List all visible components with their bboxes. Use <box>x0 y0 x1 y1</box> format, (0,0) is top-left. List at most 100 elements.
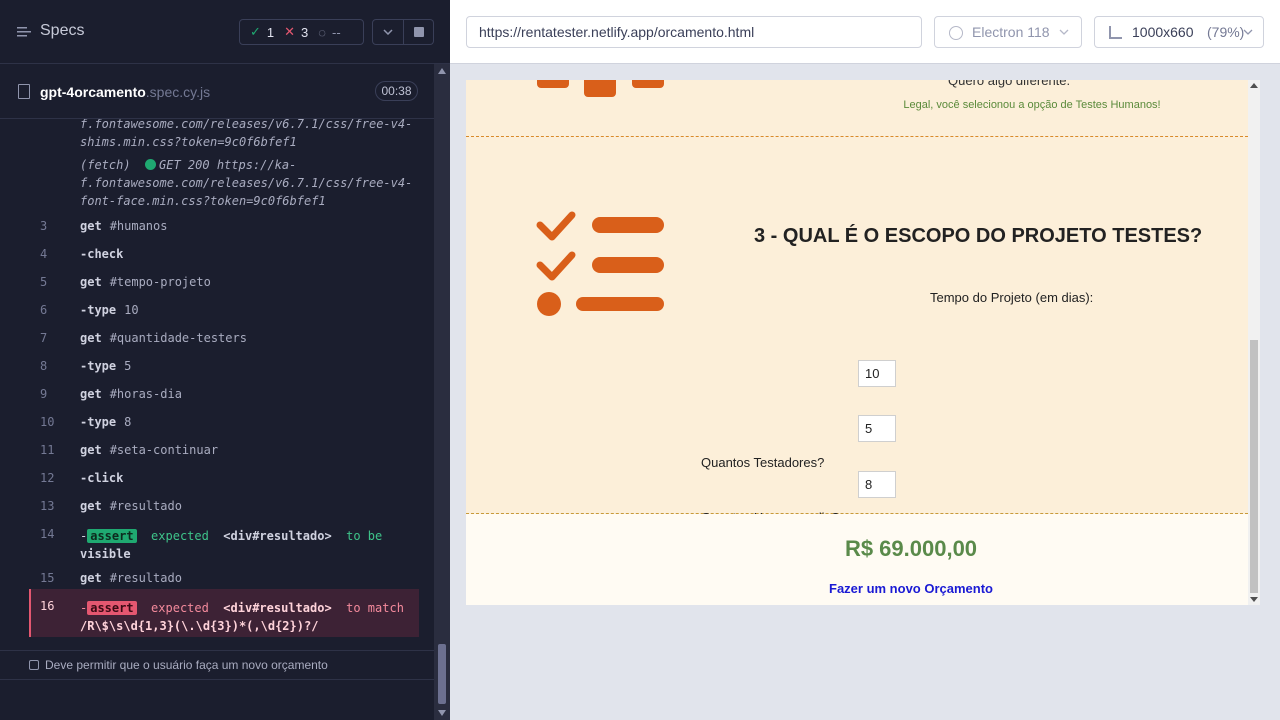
assert-subject: <div#resultado> <box>223 529 332 543</box>
row-number: 16 <box>40 599 55 613</box>
log-scrollbar[interactable] <box>434 64 450 720</box>
command-arg: #quantidade-testers <box>109 331 247 345</box>
app-under-test: Quero algo diferente. Legal, você seleci… <box>466 80 1260 605</box>
command: get #humanos <box>80 219 167 233</box>
failed-count: ✕ 3 <box>284 24 308 40</box>
fetch-url-line: shims.min.css?token=9c0f6bfef1 <box>80 135 297 149</box>
scroll-down-icon[interactable] <box>1250 597 1258 602</box>
command: get #quantidade-testers <box>80 331 247 345</box>
section-2: Quero algo diferente. Legal, você seleci… <box>466 80 1248 137</box>
fetch-url-line: f.fontawesome.com/releases/v6.7.1/css/fr… <box>80 176 413 190</box>
scroll-up-icon[interactable] <box>438 68 446 74</box>
command-arg: #tempo-projeto <box>109 275 211 289</box>
reporter-panel: Specs ✓ 1 ✕ 3 ◌ -- gpt-4orcamento.spec.cy.j… <box>0 0 450 720</box>
row-number: 13 <box>40 499 55 513</box>
command-row-16-failed[interactable]: 16 - assert expected <div#resultado> to m… <box>29 589 419 637</box>
passed-count: ✓ 1 <box>250 24 274 40</box>
assert-tail: /R\$\s\d{1,3}(\.\d{3})*(,\d{2})?/ <box>80 619 319 633</box>
command-name: get <box>80 219 102 233</box>
testers-label: Quantos Testadores? <box>701 455 825 470</box>
checkbox-icon[interactable] <box>29 660 39 670</box>
row-number: 15 <box>40 571 55 585</box>
command: -type 10 <box>80 303 139 317</box>
command: -type 5 <box>80 359 131 373</box>
row-number: 12 <box>40 471 55 485</box>
browser-name: Electron 118 <box>972 24 1050 40</box>
icon-block <box>632 80 664 88</box>
scroll-up-icon[interactable] <box>1250 83 1258 88</box>
assert-verb: to match <box>346 601 404 615</box>
icon-block <box>537 80 569 88</box>
command-arg: #humanos <box>109 219 168 233</box>
specs-title[interactable]: Specs <box>40 22 84 40</box>
fetch-label: (fetch) <box>80 158 131 172</box>
command-name: -check <box>80 247 124 261</box>
command: get #resultado <box>80 571 182 585</box>
test-stats: ✓ 1 ✕ 3 ◌ -- <box>239 19 364 45</box>
command-arg: 5 <box>124 359 132 373</box>
command-name: get <box>80 571 102 585</box>
expand-button[interactable] <box>372 19 404 45</box>
assert-expected: expected <box>151 529 209 543</box>
browser-selector[interactable]: Electron 118 <box>934 16 1082 48</box>
command: get #horas-dia <box>80 387 182 401</box>
spec-file-header[interactable]: gpt-4orcamento.spec.cy.js 00:38 <box>0 64 434 119</box>
result-section: R$ 69.000,00 Fazer um novo Orçamento <box>466 514 1248 605</box>
command-name: -type <box>80 303 117 317</box>
assert-badge: assert <box>87 601 137 615</box>
pending-icon: ◌ <box>318 24 327 40</box>
command-arg: #resultado <box>109 499 182 513</box>
fetch-entry-1[interactable]: f.fontawesome.com/releases/v6.7.1/css/fr… <box>80 119 420 151</box>
scroll-thumb[interactable] <box>1250 340 1258 593</box>
chevron-down-icon <box>1243 29 1253 35</box>
chevron-down-icon <box>1059 29 1069 35</box>
command-name: -type <box>80 415 117 429</box>
stop-icon <box>413 27 424 37</box>
selection-message: Legal, você selecionou a opção de Testes… <box>903 99 1161 111</box>
other-option-label[interactable]: Quero algo diferente. <box>948 80 1070 88</box>
command: -click <box>80 471 131 485</box>
command-name: get <box>80 443 102 457</box>
command-arg: #horas-dia <box>109 387 182 401</box>
scroll-thumb[interactable] <box>438 644 446 704</box>
command-row-14[interactable]: 14 - assert expected <div#resultado> to b… <box>0 527 420 563</box>
ruler-icon <box>1109 26 1122 39</box>
command-arg: #resultado <box>109 571 182 585</box>
question-title: 3 - QUAL É O ESCOPO DO PROJETO TESTES? <box>754 225 1203 247</box>
hours-input[interactable]: 8 <box>858 471 896 498</box>
test-title: Deve permitir que o usuário faça um novo… <box>45 658 328 672</box>
fetch-request: GET 200 https://ka- <box>159 158 297 172</box>
row-number: 14 <box>40 527 55 541</box>
project-time-input[interactable]: 10 <box>858 360 896 387</box>
command: get #seta-continuar <box>80 443 218 457</box>
spec-file-name: gpt-4orcamento.spec.cy.js <box>40 84 210 100</box>
assert-expected: expected <box>151 601 209 615</box>
specs-list-icon[interactable] <box>16 24 32 40</box>
row-number: 6 <box>40 303 48 317</box>
pending-value: -- <box>332 24 341 40</box>
viewport-size: 1000x660 <box>1132 24 1194 40</box>
command-arg: 10 <box>124 303 139 317</box>
command-arg: 8 <box>124 415 132 429</box>
command: -type 8 <box>80 415 131 429</box>
command-name: -click <box>80 471 124 485</box>
status-dot-icon <box>145 159 157 170</box>
checklist-icon <box>536 211 664 316</box>
reporter-header: Specs ✓ 1 ✕ 3 ◌ -- <box>0 0 450 64</box>
command: -check <box>80 247 131 261</box>
icon-block <box>584 80 616 97</box>
command-name: -type <box>80 359 117 373</box>
passed-value: 1 <box>266 24 275 40</box>
new-quote-link[interactable]: Fazer um novo Orçamento <box>466 581 1248 596</box>
viewport-selector[interactable]: 1000x660 (79%) <box>1094 16 1264 48</box>
command-log: f.fontawesome.com/releases/v6.7.1/css/fr… <box>0 119 434 641</box>
cross-icon: ✕ <box>284 24 296 39</box>
row-number: 5 <box>40 275 48 289</box>
scroll-down-icon[interactable] <box>438 710 446 716</box>
testers-input[interactable]: 5 <box>858 415 896 442</box>
test-item[interactable]: Deve permitir que o usuário faça um novo… <box>0 650 434 680</box>
app-scrollbar[interactable] <box>1248 80 1260 605</box>
stop-button[interactable] <box>404 19 434 45</box>
fetch-entry-2[interactable]: (fetch) GET 200 https://ka- f.fontawesom… <box>80 156 420 210</box>
url-bar[interactable]: https://rentatester.netlify.app/orcament… <box>466 16 922 48</box>
